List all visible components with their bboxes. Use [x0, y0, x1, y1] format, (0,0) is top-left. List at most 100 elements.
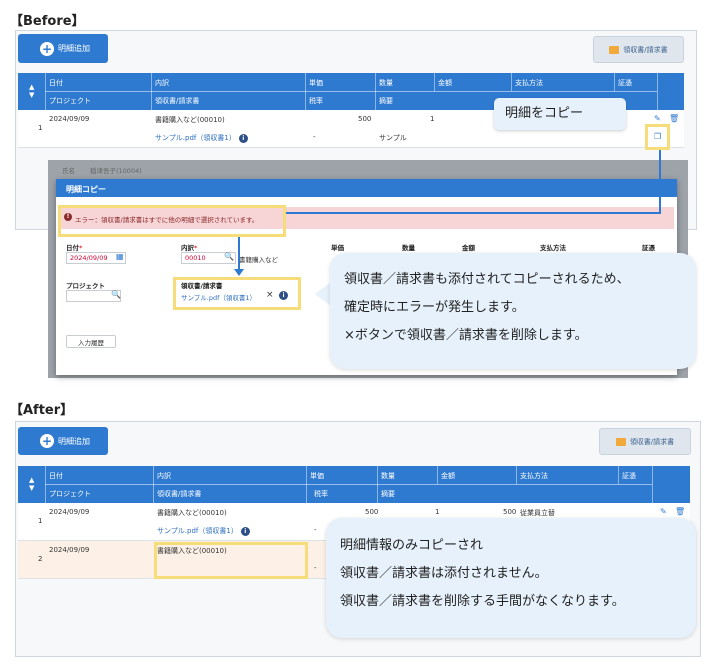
trash-icon[interactable]: 🗑 [675, 507, 685, 516]
callout-line: 確定時にエラーが発生します。 [344, 300, 525, 315]
callout-line: 領収書／請求書は添付されません。 [340, 566, 548, 581]
before-label: 【Before】 [10, 14, 85, 29]
modal-qty-label: 数量 [402, 244, 415, 252]
after-table-header: ▲ ▼ 日付 内訳 単価 数量 金額 支払方法 証憑 プロジェクト 領収書/請求… [18, 466, 690, 503]
col-price: 単価 [309, 79, 323, 87]
col-memo: 摘要 [381, 490, 395, 498]
add-line-button[interactable]: + 明細追加 [18, 34, 108, 63]
modal-amount-label: 金額 [462, 244, 475, 252]
col-price: 単価 [310, 472, 324, 480]
receipt-button-label: 領収書/請求書 [629, 437, 675, 446]
row-detail: 書籍購入など(00010) [157, 509, 227, 517]
plus-icon: + [40, 434, 54, 448]
sort-up-icon[interactable]: ▲ [29, 84, 34, 91]
faded-cell: 稲津吾子(10004) [90, 167, 142, 175]
modal-detail-name: 書籍購入など [239, 256, 278, 264]
receipt-button-label: 領収書/請求書 [623, 45, 668, 54]
plus-icon: + [40, 41, 54, 56]
copy-highlight [645, 124, 670, 150]
modal-date-label: 日付* [66, 244, 83, 252]
receipt-button[interactable]: 領収書/請求書 [599, 428, 691, 455]
sort-up-icon[interactable]: ▲ [29, 477, 34, 484]
callout-pointer [315, 282, 331, 306]
modal-price-label: 単価 [331, 244, 344, 252]
col-qty: 数量 [381, 472, 395, 480]
calendar-icon[interactable]: ▦ [116, 252, 124, 261]
row-tax: - [314, 526, 317, 534]
row-number: 2 [38, 555, 43, 563]
col-detail: 内訳 [157, 472, 171, 480]
col-payment: 支払方法 [515, 79, 543, 87]
row-tax: - [314, 564, 317, 572]
sort-down-icon[interactable]: ▼ [29, 92, 34, 99]
row-price: 500 [365, 508, 379, 516]
col-evidence: 証憑 [618, 79, 632, 87]
arrow-head [234, 269, 244, 276]
receipt-highlight [173, 277, 301, 310]
sort-down-icon[interactable]: ▼ [29, 485, 34, 492]
faded-cell: 氏名 [62, 167, 75, 175]
after-callout: 明細情報のみコピーされ 領収書／請求書は添付されません。 領収書／請求書を削除す… [326, 518, 696, 638]
search-icon[interactable]: 🔍 [224, 252, 234, 261]
col-amount: 金額 [438, 79, 452, 87]
trash-icon[interactable]: 🗑 [669, 114, 679, 123]
row-amount: 500 [503, 508, 517, 516]
callout-line: 明細情報のみコピーされ [340, 538, 484, 553]
folder-icon [615, 437, 626, 446]
error-highlight [58, 205, 286, 237]
callout-line: 領収書／請求書も添付されてコピーされるため、 [344, 272, 630, 287]
add-line-button[interactable]: + 明細追加 [18, 427, 108, 455]
history-button[interactable]: 入力履歴 [66, 335, 116, 348]
info-icon[interactable]: i [238, 134, 248, 143]
copy-tooltip: 明細をコピー [494, 98, 626, 130]
modal-project-label: プロジェクト [66, 282, 105, 290]
row-qty: 1 [430, 115, 435, 123]
row-qty: 1 [435, 508, 440, 516]
add-line-label: 明細追加 [58, 44, 90, 53]
row-date: 2024/09/09 [49, 546, 90, 554]
row-date: 2024/09/09 [49, 508, 90, 516]
row-payment: 従業員立替 [520, 509, 555, 517]
col-memo: 摘要 [379, 97, 393, 105]
row-number: 1 [38, 124, 43, 132]
col-receipt: 領収書/請求書 [157, 490, 202, 498]
col-tax: 税率 [309, 97, 323, 105]
folder-icon [609, 45, 620, 54]
col-project: プロジェクト [49, 490, 91, 498]
col-tax: 税率 [314, 490, 328, 498]
row-date: 2024/09/09 [49, 115, 90, 123]
col-detail: 内訳 [155, 79, 169, 87]
modal-title: 明細コピー [56, 179, 677, 197]
search-icon[interactable]: 🔍 [111, 290, 121, 299]
col-receipt: 領収書/請求書 [155, 97, 200, 105]
add-line-label: 明細追加 [58, 436, 90, 446]
col-evidence: 証憑 [622, 472, 636, 480]
row-receipt-link[interactable]: サンプル.pdf（領収書1） i [157, 526, 250, 536]
row-number: 1 [38, 517, 43, 525]
row-memo: サンプル [379, 134, 407, 142]
col-qty: 数量 [379, 79, 393, 87]
col-date: 日付 [49, 472, 63, 480]
modal-evidence-label: 証憑 [642, 244, 655, 252]
modal-payment-label: 支払方法 [540, 244, 566, 252]
info-icon[interactable]: i [240, 527, 250, 536]
row-tax: - [313, 133, 316, 141]
edit-icon[interactable]: ✎ [654, 114, 661, 123]
row-detail: 書籍購入など(00010) [155, 116, 225, 124]
edit-icon[interactable]: ✎ [660, 507, 667, 516]
receipt-button[interactable]: 領収書/請求書 [593, 36, 684, 63]
callout-line: ×ボタンで領収書／請求書を削除します。 [344, 328, 588, 343]
row-price: 500 [358, 115, 372, 123]
callout-line: 領収書／請求書を削除する手間がなくなります。 [340, 594, 625, 609]
connector-line [659, 150, 661, 213]
row-receipt-link[interactable]: サンプル.pdf（領収書1） i [155, 133, 248, 143]
connector-line [286, 212, 661, 214]
copied-row-highlight [154, 542, 308, 579]
col-date: 日付 [49, 79, 63, 87]
connector-line [238, 237, 240, 273]
col-amount: 金額 [441, 472, 455, 480]
col-payment: 支払方法 [520, 472, 548, 480]
after-label: 【After】 [10, 403, 74, 418]
col-project: プロジェクト [49, 97, 91, 105]
modal-detail-label: 内訳* [181, 244, 198, 252]
